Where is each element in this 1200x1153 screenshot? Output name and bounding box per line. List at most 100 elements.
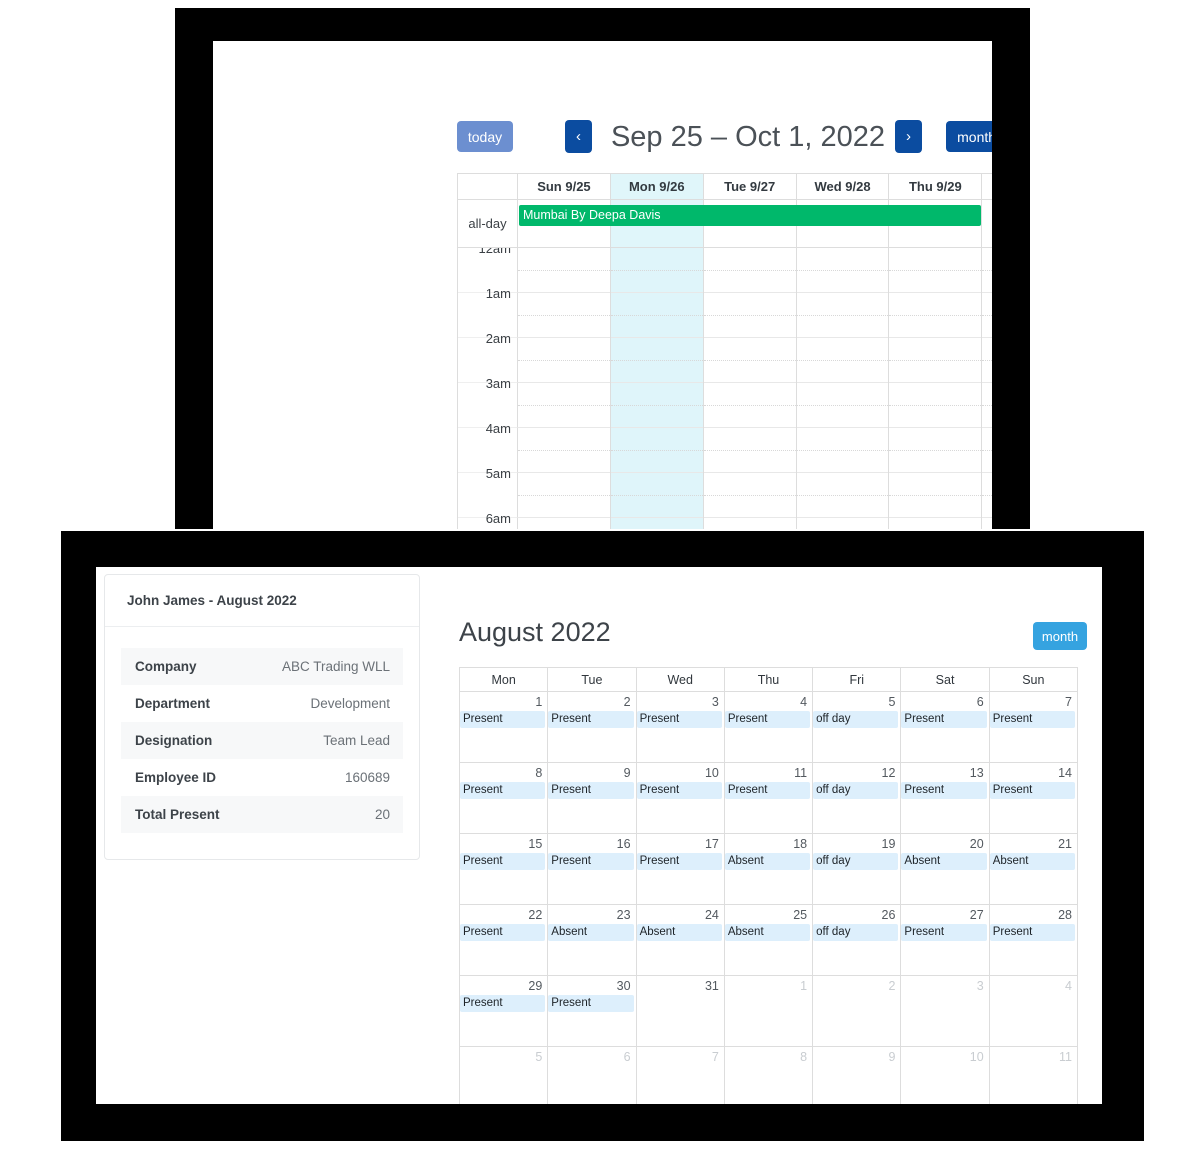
attendance-day-cell[interactable]: 22 Present [460,905,549,975]
attendance-day-cell[interactable]: 10 Present [636,763,725,833]
half-hour-line [889,360,982,361]
today-button[interactable]: today [457,121,513,152]
half-hour-line [796,270,889,271]
attendance-status-badge[interactable]: Present [460,924,546,941]
week-day-column[interactable] [610,248,704,529]
attendance-day-number: 8 [535,766,543,780]
attendance-status-badge[interactable]: Present [548,853,634,870]
attendance-day-cell[interactable]: 25 Absent [724,905,814,975]
attendance-status-badge[interactable]: Absent [548,924,634,941]
attendance-status-badge[interactable]: Present [901,924,987,941]
attendance-status-badge[interactable]: Absent [989,853,1075,870]
attendance-day-cell[interactable]: 8 [725,1047,814,1104]
attendance-day-cell[interactable]: 29 Present [460,976,549,1046]
attendance-status-badge[interactable]: Present [460,782,546,799]
attendance-day-cell[interactable]: 23 Absent [548,905,637,975]
attendance-day-cell[interactable]: 10 [901,1047,990,1104]
hour-line [610,338,703,383]
attendance-day-cell[interactable]: 26 off day [813,905,902,975]
attendance-status-badge[interactable]: Present [724,711,811,728]
half-hour-line [982,405,992,406]
attendance-day-cell[interactable]: 3 Present [636,692,725,762]
attendance-status-badge[interactable]: Present [460,995,546,1012]
next-week-button[interactable]: › [895,120,922,153]
prev-week-button[interactable]: ‹ [565,120,592,153]
attendance-status-badge[interactable]: off day [813,924,899,941]
attendance-status-badge[interactable]: Absent [636,924,722,941]
attendance-day-cell[interactable]: 3 [901,976,990,1046]
attendance-month-view-button[interactable]: month [1033,622,1087,650]
attendance-day-cell[interactable]: 16 Present [548,834,637,904]
attendance-day-cell[interactable]: 17 Present [636,834,725,904]
attendance-day-number: 22 [528,908,543,922]
attendance-status-badge[interactable]: Present [460,711,546,728]
attendance-status-badge[interactable]: Present [460,853,546,870]
attendance-day-cell[interactable]: 2 Present [548,692,637,762]
all-day-cell[interactable] [982,200,992,247]
attendance-status-badge[interactable]: Present [989,782,1075,799]
week-day-column[interactable] [796,248,890,529]
attendance-status-badge[interactable]: off day [813,853,899,870]
attendance-day-cell[interactable]: 6 Present [901,692,990,762]
attendance-day-cell[interactable]: 18 Absent [724,834,814,904]
attendance-day-cell[interactable]: 12 off day [813,763,902,833]
attendance-day-cell[interactable]: 11 Present [724,763,814,833]
half-hour-line [982,495,992,496]
attendance-day-number: 10 [969,1050,984,1064]
week-day-column[interactable] [982,248,992,529]
info-row-key: Company [135,659,197,674]
attendance-day-cell[interactable]: 5 off day [813,692,902,762]
half-hour-line [889,495,982,496]
half-hour-line [703,270,796,271]
attendance-status-badge[interactable]: Absent [724,853,811,870]
attendance-day-cell[interactable]: 19 off day [813,834,902,904]
attendance-day-cell[interactable]: 5 [460,1047,549,1104]
attendance-day-cell[interactable]: 4 Present [724,692,814,762]
attendance-status-badge[interactable]: Present [636,711,722,728]
attendance-day-cell[interactable]: 13 Present [901,763,990,833]
attendance-status-badge[interactable]: Absent [901,853,987,870]
attendance-status-badge[interactable]: Present [724,782,811,799]
half-hour-line [796,360,889,361]
attendance-day-cell[interactable]: 15 Present [460,834,549,904]
attendance-day-cell[interactable]: 7 Present [989,692,1077,762]
attendance-day-cell[interactable]: 2 [813,976,902,1046]
attendance-status-badge[interactable]: Present [636,853,722,870]
hour-line [797,518,889,529]
attendance-day-cell[interactable]: 1 [725,976,814,1046]
attendance-day-cell[interactable]: 9 Present [548,763,637,833]
info-row: Employee ID 160689 [121,759,403,796]
attendance-day-cell[interactable]: 21 Absent [989,834,1077,904]
attendance-status-badge[interactable]: Present [548,995,634,1012]
attendance-status-badge[interactable]: Present [989,924,1075,941]
attendance-status-badge[interactable]: Present [548,782,634,799]
attendance-day-cell[interactable]: 20 Absent [901,834,990,904]
all-day-event[interactable]: Mumbai By Deepa Davis [519,205,982,226]
attendance-day-cell[interactable]: 7 [637,1047,725,1104]
attendance-day-cell[interactable]: 27 Present [901,905,990,975]
view-button-month[interactable]: month [946,121,992,152]
attendance-day-cell[interactable]: 9 [813,1047,902,1104]
attendance-day-cell[interactable]: 24 Absent [636,905,725,975]
attendance-status-badge[interactable]: off day [813,711,899,728]
attendance-day-cell[interactable]: 31 [637,976,725,1046]
attendance-day-cell[interactable]: 6 [548,1047,637,1104]
attendance-day-cell[interactable]: 8 Present [460,763,549,833]
attendance-status-badge[interactable]: Present [989,711,1075,728]
attendance-status-badge[interactable]: Absent [724,924,811,941]
attendance-day-cell[interactable]: 30 Present [548,976,637,1046]
attendance-day-cell[interactable]: 11 [990,1047,1077,1104]
week-day-column[interactable] [889,248,983,529]
attendance-status-badge[interactable]: Present [548,711,634,728]
half-hour-line [982,450,992,451]
attendance-day-cell[interactable]: 1 Present [460,692,549,762]
attendance-status-badge[interactable]: Present [636,782,722,799]
week-day-column[interactable] [703,248,797,529]
attendance-day-cell[interactable]: 28 Present [989,905,1077,975]
attendance-status-badge[interactable]: Present [901,782,987,799]
attendance-status-badge[interactable]: off day [813,782,899,799]
week-day-column[interactable] [518,248,611,529]
attendance-day-cell[interactable]: 14 Present [989,763,1077,833]
attendance-day-cell[interactable]: 4 [990,976,1077,1046]
attendance-status-badge[interactable]: Present [901,711,987,728]
